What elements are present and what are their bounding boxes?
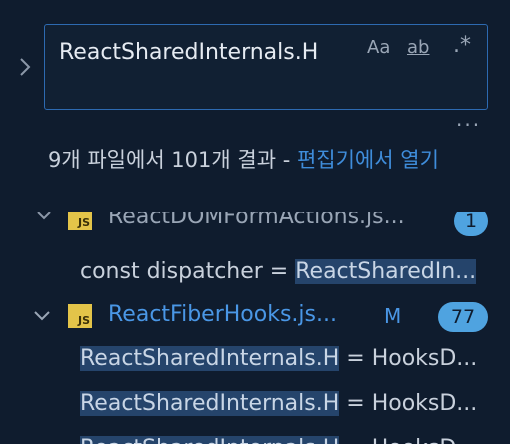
chevron-down-icon[interactable] [36, 212, 52, 220]
match-suffix: = HooksD... [339, 391, 478, 416]
result-summary-text: 9개 파일에서 101개 결과 - [48, 148, 297, 172]
match-prefix: const dispatcher = [80, 259, 296, 284]
js-file-icon: JS [68, 212, 92, 230]
file-name[interactable]: ReactDOMFormActions.js... [108, 212, 405, 229]
search-query-text[interactable]: ReactSharedInternals.H [59, 35, 349, 71]
file-row[interactable]: JS ReactFiberHooks.js... M 77 [0, 296, 510, 338]
collapse-chevron-icon[interactable] [18, 56, 32, 78]
js-file-icon: JS [68, 304, 92, 328]
match-line-clipped: ReactSharedInternals.H = HooksD... [0, 428, 510, 444]
match-highlight: ReactSharedIn... [295, 259, 477, 284]
whole-word-toggle[interactable]: ab [407, 37, 429, 58]
chevron-down-icon[interactable] [33, 310, 51, 321]
match-suffix: = HooksD... [339, 346, 478, 371]
match-count-badge: 1 [454, 212, 488, 236]
match-line[interactable]: ReactSharedInternals.H = HooksD... [80, 344, 477, 374]
result-summary: 9개 파일에서 101개 결과 - 편집기에서 열기 [48, 144, 468, 176]
match-highlight: ReactSharedInternals.H [80, 346, 340, 371]
match-line[interactable]: ReactSharedInternals.H = HooksD... [80, 389, 477, 419]
match-highlight: ReactSharedInternals.H [80, 391, 340, 416]
regex-toggle[interactable]: .* [453, 33, 471, 58]
match-highlight: ReactSharedInternals.H [80, 436, 340, 444]
match-line[interactable]: ReactSharedInternals.H = HooksD... [80, 434, 477, 444]
modified-status: M [384, 304, 402, 328]
open-in-editor-link[interactable]: 편집기에서 열기 [297, 148, 439, 172]
file-row-clipped: JS ReactDOMFormActions.js... 1 [0, 212, 510, 242]
match-line[interactable]: const dispatcher = ReactSharedIn... [80, 257, 477, 287]
match-suffix: = HooksD... [339, 436, 477, 444]
match-count-badge: 77 [438, 302, 488, 332]
more-options-icon[interactable]: ··· [456, 113, 481, 137]
match-case-toggle[interactable]: Aa [367, 37, 390, 58]
file-name[interactable]: ReactFiberHooks.js... [108, 302, 337, 327]
file-row[interactable]: JS ReactDOMFormActions.js... 1 [0, 212, 510, 236]
search-input[interactable]: ReactSharedInternals.H Aa ab .* [44, 24, 488, 110]
